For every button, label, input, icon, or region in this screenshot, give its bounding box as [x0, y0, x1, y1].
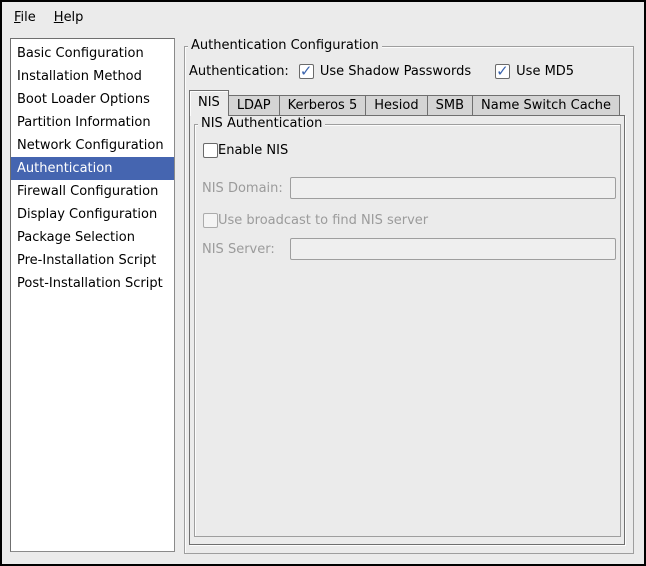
broadcast-row: ✓ Use broadcast to find NIS server [203, 211, 428, 229]
use-md5-checkbox[interactable]: ✓ [495, 64, 510, 79]
nis-tab-page: NIS Authentication ✓ Enable NIS NIS Doma… [189, 115, 625, 545]
tab-ldap[interactable]: LDAP [229, 95, 280, 116]
menu-help[interactable]: Help [45, 4, 93, 31]
broadcast-label: Use broadcast to find NIS server [218, 213, 428, 228]
sidebar-item-partition-information[interactable]: Partition Information [11, 111, 174, 134]
nis-server-label: NIS Server: [202, 242, 275, 257]
use-md5-label: Use MD5 [516, 64, 574, 79]
authentication-label: Authentication: [189, 64, 289, 79]
nis-server-row: NIS Server: [202, 238, 275, 260]
sidebar-item-installation-method[interactable]: Installation Method [11, 65, 174, 88]
sidebar-item-network-configuration[interactable]: Network Configuration [11, 134, 174, 157]
nis-frame-title: NIS Authentication [198, 116, 325, 132]
enable-nis-row: ✓ Enable NIS [203, 141, 288, 159]
sidebar-item-pre-installation-script[interactable]: Pre-Installation Script [11, 249, 174, 272]
tab-hesiod[interactable]: Hesiod [366, 95, 427, 116]
frame-title: Authentication Configuration [188, 38, 382, 54]
tab-nis[interactable]: NIS [189, 90, 229, 116]
checkmark-icon: ✓ [496, 62, 509, 80]
sidebar-item-post-installation-script[interactable]: Post-Installation Script [11, 272, 174, 295]
menu-file[interactable]: File [5, 4, 45, 31]
tab-smb[interactable]: SMB [428, 95, 473, 116]
authentication-options-row: Authentication: ✓ Use Shadow Passwords ✓… [189, 61, 574, 81]
enable-nis-checkbox[interactable]: ✓ [203, 143, 218, 158]
kickstart-configurator-window: File Help Basic Configuration Installati… [0, 0, 646, 566]
enable-nis-label: Enable NIS [218, 143, 288, 158]
sidebar-navigation-list: Basic Configuration Installation Method … [10, 38, 175, 552]
broadcast-checkbox: ✓ [203, 213, 218, 228]
checkmark-icon: ✓ [300, 62, 313, 80]
nis-domain-label: NIS Domain: [202, 181, 283, 196]
nis-authentication-frame: NIS Authentication ✓ Enable NIS NIS Doma… [194, 124, 621, 537]
tab-kerberos-5[interactable]: Kerberos 5 [280, 95, 367, 116]
use-shadow-passwords-checkbox[interactable]: ✓ [299, 64, 314, 79]
use-md5-option: ✓ Use MD5 [495, 64, 574, 79]
nis-domain-row: NIS Domain: [202, 177, 283, 199]
sidebar-item-package-selection[interactable]: Package Selection [11, 226, 174, 249]
use-shadow-passwords-option: ✓ Use Shadow Passwords [299, 64, 471, 79]
nis-domain-input [290, 177, 616, 199]
sidebar-item-firewall-configuration[interactable]: Firewall Configuration [11, 180, 174, 203]
authentication-configuration-frame: Authentication Configuration Authenticat… [184, 46, 634, 554]
nis-server-input [290, 238, 616, 260]
sidebar-item-authentication[interactable]: Authentication [11, 157, 174, 180]
use-shadow-passwords-label: Use Shadow Passwords [320, 64, 471, 79]
sidebar-item-basic-configuration[interactable]: Basic Configuration [11, 42, 174, 65]
menubar: File Help [2, 2, 644, 32]
auth-method-tabs: NIS LDAP Kerberos 5 Hesiod SMB Name Swit… [189, 91, 620, 116]
sidebar-item-display-configuration[interactable]: Display Configuration [11, 203, 174, 226]
sidebar-item-boot-loader-options[interactable]: Boot Loader Options [11, 88, 174, 111]
tab-name-switch-cache[interactable]: Name Switch Cache [473, 95, 620, 116]
